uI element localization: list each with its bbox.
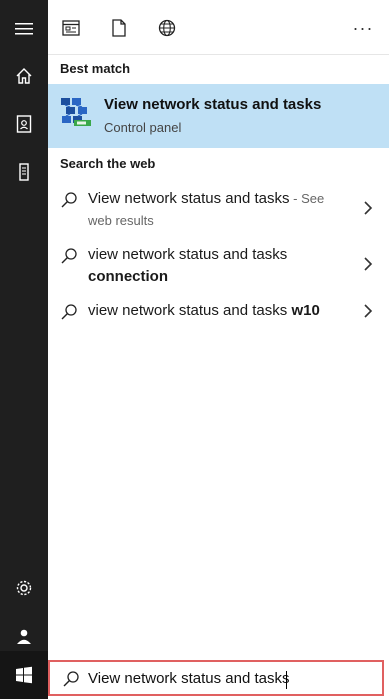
web-result-separator: - bbox=[289, 191, 302, 206]
filter-toolbar: ··· bbox=[48, 0, 389, 55]
chevron-right-icon[interactable] bbox=[363, 200, 373, 216]
search-icon bbox=[61, 304, 77, 320]
web-result-query: view network status and tasks bbox=[88, 302, 288, 319]
left-rail bbox=[0, 0, 48, 699]
web-result-text: view network status and tasks w10 bbox=[88, 300, 338, 322]
device-icon[interactable] bbox=[0, 148, 48, 196]
best-match-header: Best match bbox=[60, 61, 131, 76]
web-result-bold: connection bbox=[88, 268, 169, 285]
chevron-right-icon[interactable] bbox=[363, 303, 373, 319]
search-box bbox=[48, 660, 384, 696]
text-caret bbox=[286, 671, 287, 689]
network-control-panel-icon bbox=[60, 96, 92, 128]
more-options-button[interactable]: ··· bbox=[343, 9, 383, 47]
best-match-result[interactable]: View network status and tasks Control pa… bbox=[48, 84, 389, 148]
search-icon bbox=[63, 671, 79, 687]
apps-filter-icon[interactable] bbox=[51, 9, 91, 47]
home-icon[interactable] bbox=[0, 52, 48, 100]
web-filter-icon[interactable] bbox=[147, 9, 187, 47]
web-result-item[interactable]: View network status and tasks - See web … bbox=[48, 188, 389, 232]
windows-start-icon[interactable] bbox=[0, 651, 48, 699]
best-match-title: View network status and tasks bbox=[104, 96, 322, 113]
search-icon bbox=[61, 192, 77, 208]
hamburger-menu-icon[interactable] bbox=[0, 5, 48, 53]
best-match-subtitle: Control panel bbox=[104, 120, 182, 135]
documents-filter-icon[interactable] bbox=[99, 9, 139, 47]
web-result-query: View network status and tasks bbox=[88, 190, 290, 207]
web-result-bold: w10 bbox=[291, 302, 320, 319]
web-result-item[interactable]: view network status and tasks w10 bbox=[48, 300, 389, 324]
web-result-text: View network status and tasks - See web … bbox=[88, 188, 338, 232]
settings-icon[interactable] bbox=[0, 564, 48, 612]
web-result-text: view network status and tasks connection bbox=[88, 244, 338, 288]
web-result-item[interactable]: view network status and tasks connection bbox=[48, 244, 389, 288]
chevron-right-icon[interactable] bbox=[363, 256, 373, 272]
search-icon bbox=[61, 248, 77, 264]
web-result-query: view network status and tasks bbox=[88, 246, 288, 263]
search-input[interactable] bbox=[88, 666, 368, 690]
search-web-header: Search the web bbox=[60, 156, 156, 171]
notebook-icon[interactable] bbox=[0, 100, 48, 148]
